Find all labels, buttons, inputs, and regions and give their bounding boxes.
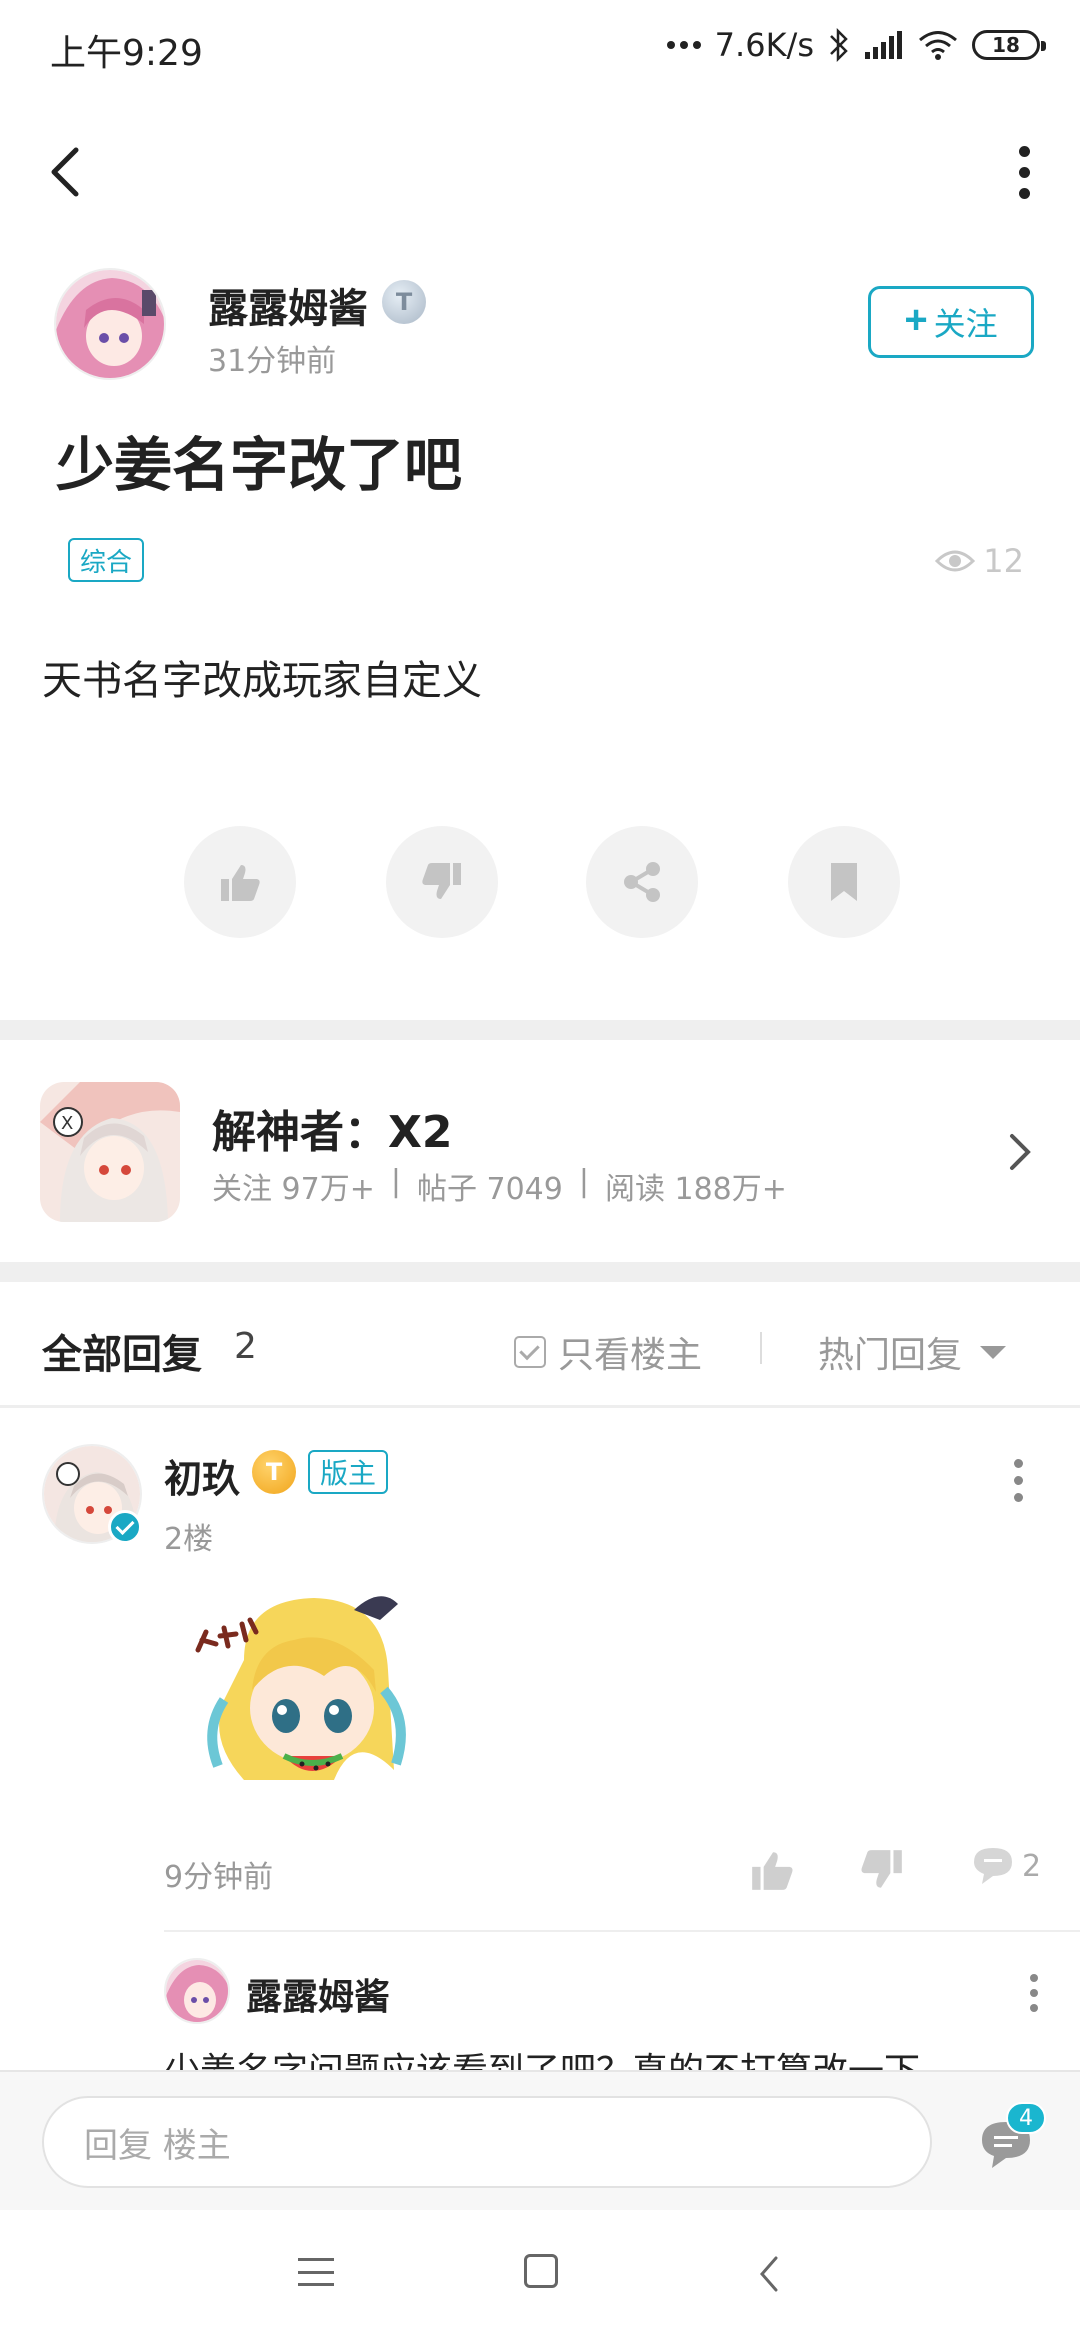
header-separator (760, 1332, 762, 1364)
author-name[interactable]: 露露姆酱 (208, 276, 368, 334)
section-divider (0, 1262, 1080, 1282)
comment-icon (974, 1848, 1012, 1884)
status-time: 上午9:29 (50, 33, 203, 74)
follow-button[interactable]: + 关注 (868, 286, 1034, 358)
eye-icon (935, 550, 976, 572)
like-icon (221, 865, 260, 901)
game-name: 解神者：X2 (212, 1107, 453, 1158)
game-reads: 阅读 188万+ (604, 1172, 787, 1207)
view-count-value: 12 (983, 542, 1024, 580)
sub-reply-text: 少姜名字问题应该看到了吧？真的不打算改一下 (164, 2046, 1044, 2072)
battery-level: 18 (992, 33, 1020, 57)
checkbox-icon (514, 1336, 546, 1368)
category-tag[interactable]: 综合 (68, 538, 145, 582)
dislike-icon (422, 863, 461, 899)
menu-icon[interactable] (298, 2254, 334, 2290)
author-only-filter[interactable]: 只看楼主 (514, 1326, 702, 1378)
verified-icon (108, 1510, 142, 1544)
bluetooth-icon (830, 27, 848, 63)
back-arrow-icon[interactable] (36, 136, 96, 208)
sub-reply-author[interactable]: 露露姆酱 (246, 1968, 390, 2020)
section-divider (0, 1020, 1080, 1040)
svg-text:X: X (61, 1113, 73, 1134)
comment-count: 2 (1022, 1848, 1042, 1884)
battery-icon: 18 (972, 30, 1046, 60)
sub-reply: 露露姆酱 (164, 1958, 1044, 2038)
game-posts: 帖子 7049 (416, 1172, 563, 1207)
home-icon[interactable] (524, 2254, 558, 2288)
plus-icon: + (904, 298, 928, 342)
follow-label: 关注 (933, 306, 998, 342)
message-count-badge: 4 (1006, 2102, 1046, 2134)
share-icon (624, 862, 660, 902)
replies-title: 全部回复 (42, 1332, 202, 1378)
network-speed: 7.6K/s (714, 26, 814, 64)
sub-reply-more-icon[interactable] (1024, 1968, 1044, 2018)
post-body: 天书名字改成玩家自定义 (42, 658, 482, 704)
dislike-button[interactable] (386, 826, 498, 938)
reply-item: 初玖 T 版主 2楼 9分钟前 2 (0, 1410, 1080, 1930)
status-indicators: 7.6K/s 18 (666, 22, 1046, 68)
moderator-tag: 版主 (308, 1450, 389, 1494)
stats-separator: | (578, 1164, 589, 1199)
reply-dislike-icon[interactable] (858, 1846, 906, 1894)
reply-comment-button[interactable]: 2 (970, 1844, 1041, 1888)
game-icon: X (40, 1082, 180, 1222)
game-card[interactable]: X 解神者：X2 关注 97万+ | 帖子 7049 | 阅读 188万+ (0, 1040, 1080, 1262)
notification-dots-icon (666, 41, 701, 49)
level-badge: T (382, 280, 426, 324)
reply-input-placeholder: 回复 楼主 (84, 2125, 231, 2166)
wifi-icon (919, 31, 957, 60)
author-only-label: 只看楼主 (558, 1335, 703, 1376)
floor-number: 2楼 (164, 1522, 214, 1557)
reply-time: 9分钟前 (164, 1860, 274, 1895)
sub-reply-divider (164, 1930, 1080, 1932)
game-stats: 关注 97万+ | 帖子 7049 | 阅读 188万+ (212, 1164, 787, 1208)
view-count: 12 (935, 542, 1024, 580)
reply-like-icon[interactable] (748, 1846, 796, 1894)
author-avatar[interactable] (54, 268, 166, 380)
bookmark-icon (831, 863, 857, 901)
dropdown-triangle-icon (980, 1345, 1007, 1359)
reply-author-name[interactable]: 初玖 (164, 1448, 240, 1503)
game-followers: 关注 97万+ (212, 1172, 375, 1207)
reply-more-icon[interactable] (1008, 1450, 1028, 1510)
sort-label: 热门回复 (818, 1335, 963, 1376)
post-actions (0, 826, 1080, 938)
replies-count: 2 (234, 1326, 257, 1367)
sticker-image (195, 1596, 406, 1780)
stats-separator: | (390, 1164, 401, 1199)
sub-reply-avatar[interactable] (164, 1958, 230, 2024)
reply-input-bar: 回复 楼主 4 (0, 2070, 1080, 2210)
sort-dropdown[interactable]: 热门回复 (818, 1326, 1007, 1378)
level-badge: T (252, 1450, 296, 1494)
post-title: 少姜名字改了吧 (56, 431, 463, 499)
sub-reply-text-content: 少姜名字问题应该看到了吧？真的不打算改一下 (164, 2051, 921, 2072)
more-options-icon[interactable] (1004, 140, 1044, 204)
bookmark-button[interactable] (788, 826, 900, 938)
system-nav-bar (0, 2210, 1080, 2340)
post-time: 31分钟前 (208, 344, 337, 379)
top-nav (0, 130, 1080, 214)
post-author: 露露姆酱 T 31分钟前 + 关注 (54, 268, 1034, 380)
replies-header: 全部回复 2 只看楼主 热门回复 (0, 1282, 1080, 1408)
chevron-right-icon (1010, 1134, 1031, 1170)
status-bar: 上午9:29 7.6K/s 18 (0, 0, 1080, 96)
signal-icon (865, 31, 902, 59)
like-button[interactable] (184, 826, 296, 938)
share-button[interactable] (586, 826, 698, 938)
nav-back-icon[interactable] (756, 2254, 782, 2294)
reply-input[interactable]: 回复 楼主 (42, 2096, 932, 2188)
